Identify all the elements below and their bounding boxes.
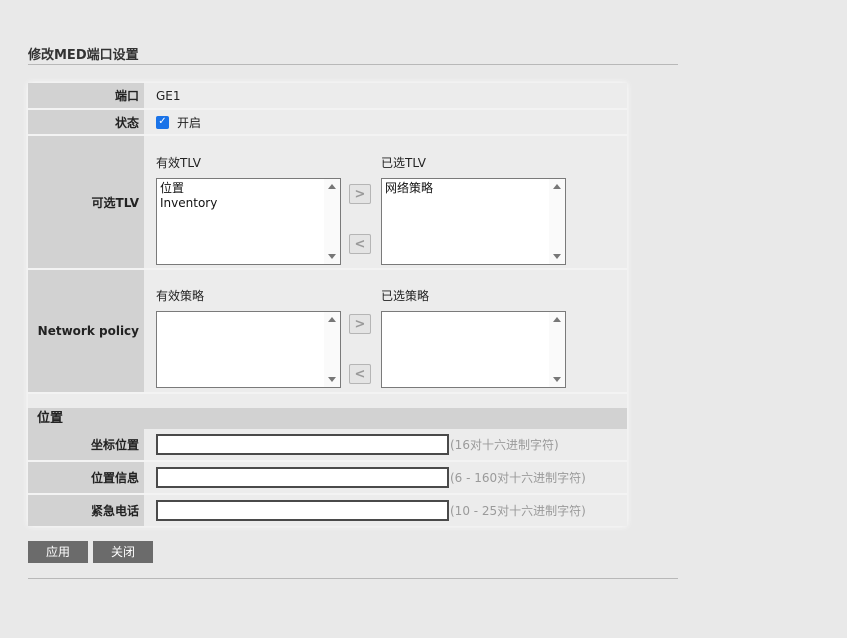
- tlv-label: 可选TLV: [28, 136, 144, 268]
- emergency-phone-label: 紧急电话: [28, 495, 144, 526]
- location-info-hint: (6 - 160对十六进制字符): [450, 471, 586, 485]
- available-policy-title: 有效策略: [156, 289, 205, 303]
- coordinates-row: 坐标位置 (16对十六进制字符): [28, 429, 627, 462]
- policy-label: Network policy: [28, 270, 144, 392]
- location-info-input[interactable]: [156, 467, 449, 488]
- scroll-up-icon[interactable]: [328, 184, 336, 189]
- selected-policy-list[interactable]: [381, 311, 566, 388]
- chevron-left-icon: <: [354, 236, 366, 252]
- scrollbar[interactable]: [549, 179, 565, 264]
- emergency-phone-input[interactable]: [156, 500, 449, 521]
- chevron-right-icon: >: [354, 186, 366, 202]
- scrollbar[interactable]: [324, 179, 340, 264]
- location-info-label: 位置信息: [28, 462, 144, 493]
- location-info-row: 位置信息 (6 - 160对十六进制字符): [28, 462, 627, 495]
- check-icon: ✓: [158, 116, 167, 127]
- move-tlv-right-button[interactable]: >: [349, 184, 371, 204]
- port-value: GE1: [156, 88, 181, 103]
- emergency-phone-hint: (10 - 25对十六进制字符): [450, 504, 586, 518]
- coordinates-label: 坐标位置: [28, 429, 144, 460]
- scrollbar[interactable]: [324, 312, 340, 387]
- chevron-right-icon: >: [354, 316, 366, 332]
- tlv-row: 可选TLV 有效TLV 已选TLV 位置 Inventory > < 网络策略: [28, 136, 627, 270]
- enable-checkbox[interactable]: ✓: [156, 115, 169, 129]
- scroll-down-icon[interactable]: [553, 377, 561, 382]
- move-tlv-left-button[interactable]: <: [349, 234, 371, 254]
- list-item[interactable]: 位置: [157, 181, 340, 196]
- port-row: 端口 GE1: [28, 83, 627, 110]
- bottom-divider: [28, 578, 678, 579]
- policy-row: Network policy 有效策略 已选策略 > <: [28, 270, 627, 394]
- coordinates-input[interactable]: [156, 434, 449, 455]
- tlv-dual-list: 有效TLV 已选TLV 位置 Inventory > < 网络策略: [144, 136, 627, 268]
- close-button[interactable]: 关闭: [93, 541, 153, 563]
- available-policy-list[interactable]: [156, 311, 341, 388]
- scroll-down-icon[interactable]: [328, 377, 336, 382]
- available-tlv-title: 有效TLV: [156, 156, 201, 170]
- scroll-down-icon[interactable]: [553, 254, 561, 259]
- scroll-down-icon[interactable]: [328, 254, 336, 259]
- chevron-left-icon: <: [354, 366, 366, 382]
- enable-checkbox-label: 开启: [177, 115, 202, 130]
- status-row: 状态 ✓ 开启: [28, 110, 627, 136]
- policy-dual-list: 有效策略 已选策略 > <: [144, 270, 627, 392]
- move-policy-right-button[interactable]: >: [349, 314, 371, 334]
- port-label: 端口: [28, 83, 144, 108]
- location-section-heading: 位置: [28, 408, 627, 429]
- med-port-form: 端口 GE1 状态 ✓ 开启 可选TLV 有效TLV 已选TLV 位置 Inve…: [28, 83, 627, 526]
- selected-tlv-list[interactable]: 网络策略: [381, 178, 566, 265]
- emergency-phone-row: 紧急电话 (10 - 25对十六进制字符): [28, 495, 627, 526]
- selected-policy-title: 已选策略: [381, 289, 430, 303]
- scroll-up-icon[interactable]: [328, 317, 336, 322]
- title-divider: [28, 64, 678, 65]
- scroll-up-icon[interactable]: [553, 184, 561, 189]
- available-tlv-list[interactable]: 位置 Inventory: [156, 178, 341, 265]
- list-item[interactable]: 网络策略: [382, 181, 565, 196]
- apply-button[interactable]: 应用: [28, 541, 88, 563]
- move-policy-left-button[interactable]: <: [349, 364, 371, 384]
- status-label: 状态: [28, 110, 144, 134]
- scroll-up-icon[interactable]: [553, 317, 561, 322]
- list-item[interactable]: Inventory: [157, 196, 340, 211]
- coordinates-hint: (16对十六进制字符): [450, 438, 559, 452]
- page-title: 修改MED端口设置: [28, 48, 139, 63]
- scrollbar[interactable]: [549, 312, 565, 387]
- selected-tlv-title: 已选TLV: [381, 156, 426, 170]
